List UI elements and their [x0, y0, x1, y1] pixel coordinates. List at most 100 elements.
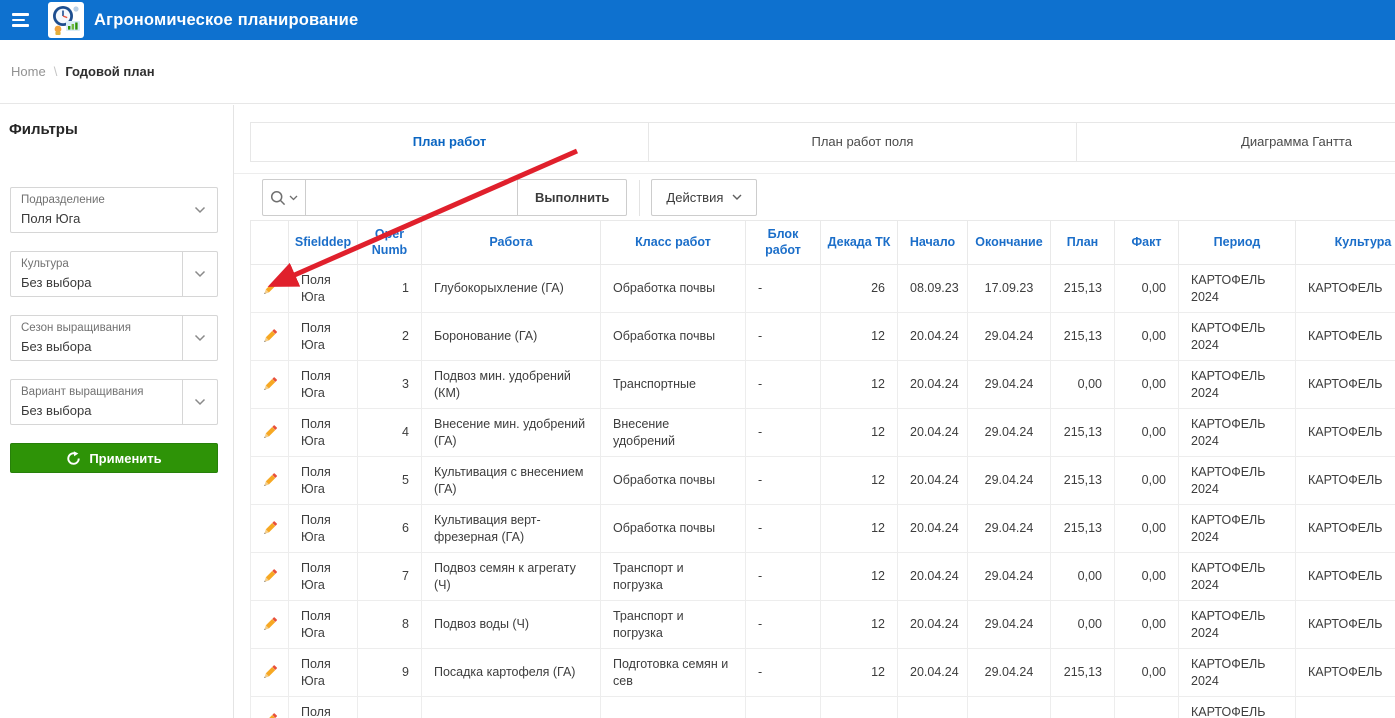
search-icon — [270, 190, 286, 206]
pencil-icon — [261, 375, 279, 393]
cell-klass-rabot: Транспорт и погрузка — [601, 601, 746, 649]
cell-okonchanie: 29.04.24 — [968, 361, 1051, 409]
cell-blok-rabot: - — [746, 265, 821, 313]
cell-blok-rabot — [746, 697, 821, 718]
cell-nachalo: 20.04.24 — [898, 409, 968, 457]
cell-period: КАРТОФЕЛЬ 2024 — [1179, 265, 1296, 313]
column-header[interactable]: Период — [1179, 221, 1296, 265]
edit-row-button[interactable] — [257, 323, 283, 349]
column-header[interactable]: Oper Numb — [358, 221, 422, 265]
filters-sidebar: Фильтры Подразделение Поля Юга Культура … — [0, 105, 234, 718]
edit-row-button[interactable] — [257, 275, 283, 301]
pencil-icon — [261, 423, 279, 441]
column-header[interactable]: Факт — [1115, 221, 1179, 265]
tab-strip: План работ План работ поля Диаграмма Ган… — [250, 122, 1395, 162]
column-header[interactable]: Окончание — [968, 221, 1051, 265]
column-header[interactable]: Культура — [1296, 221, 1395, 265]
filter-select[interactable]: Культура Без выбора — [10, 251, 218, 297]
filter-value: Без выбора — [21, 275, 91, 290]
edit-cell — [251, 361, 289, 409]
cell-sfielddep: Поля Юга — [289, 457, 358, 505]
main-content: План работ План работ поля Диаграмма Ган… — [234, 105, 1395, 718]
cell-rabota: Подвоз мин. удобрений (КМ) — [422, 361, 601, 409]
cell-sfielddep: Поля Юга — [289, 409, 358, 457]
table-row: Поля Юга 3 Подвоз мин. удобрений (КМ) Тр… — [251, 361, 1395, 409]
edit-row-button[interactable] — [257, 563, 283, 589]
filter-select[interactable]: Сезон выращивания Без выбора — [10, 315, 218, 361]
search-options-button[interactable] — [262, 179, 306, 216]
edit-cell — [251, 553, 289, 601]
cell-kultura: КАРТОФЕЛЬ — [1296, 457, 1395, 505]
column-header[interactable]: Декада ТК — [821, 221, 898, 265]
cell-sfielddep: Поля Юга — [289, 265, 358, 313]
cell-fakt: 0,00 — [1115, 361, 1179, 409]
cell-klass-rabot: Транспорт и погрузка — [601, 553, 746, 601]
edit-row-button[interactable] — [257, 467, 283, 493]
cell-dekada-tk: 12 — [821, 649, 898, 697]
tab[interactable]: План работ поля — [648, 123, 1076, 161]
edit-row-button[interactable] — [257, 611, 283, 637]
cell-kultura: КАРТОФЕЛЬ — [1296, 505, 1395, 553]
tab[interactable]: Диаграмма Гантта — [1076, 123, 1395, 161]
pencil-icon — [261, 519, 279, 537]
cell-kultura: КАРТОФЕЛЬ — [1296, 649, 1395, 697]
column-header[interactable]: Начало — [898, 221, 968, 265]
menu-icon[interactable] — [0, 0, 40, 40]
cell-kultura: КАРТОФЕЛЬ — [1296, 601, 1395, 649]
work-plan-table: Sfielddep Oper Numb Работа Класс работ Б… — [250, 220, 1395, 718]
cell-dekada-tk — [821, 697, 898, 718]
chevron-down-icon[interactable] — [182, 252, 217, 296]
cell-fakt: 0,00 — [1115, 649, 1179, 697]
cell-okonchanie: 17.09.23 — [968, 265, 1051, 313]
chevron-down-icon[interactable] — [182, 188, 217, 232]
cell-fakt: 0,00 — [1115, 313, 1179, 361]
cell-klass-rabot: Обработка почвы — [601, 313, 746, 361]
chevron-down-icon[interactable] — [182, 316, 217, 360]
pencil-icon — [261, 471, 279, 489]
filter-select[interactable]: Вариант выращивания Без выбора — [10, 379, 218, 425]
app-logo — [48, 2, 84, 38]
cell-sfielddep: Поля Юга — [289, 361, 358, 409]
cell-dekada-tk: 12 — [821, 409, 898, 457]
column-header[interactable]: Класс работ — [601, 221, 746, 265]
cell-nachalo: 20.04.24 — [898, 313, 968, 361]
tab[interactable]: План работ — [250, 123, 648, 161]
edit-row-button[interactable] — [257, 659, 283, 685]
filter-select[interactable]: Подразделение Поля Юга — [10, 187, 218, 233]
cell-dekada-tk: 12 — [821, 601, 898, 649]
edit-row-button[interactable] — [257, 515, 283, 541]
cell-fakt: 0,00 — [1115, 457, 1179, 505]
edit-cell — [251, 313, 289, 361]
cell-kultura: КАРТОФЕЛЬ — [1296, 313, 1395, 361]
edit-row-button[interactable] — [257, 707, 283, 718]
column-header[interactable]: Работа — [422, 221, 601, 265]
cell-plan: 215,13 — [1051, 457, 1115, 505]
column-header[interactable]: Блок работ — [746, 221, 821, 265]
breadcrumb-home-link[interactable]: Home — [11, 64, 46, 79]
cell-okonchanie: 29.04.24 — [968, 409, 1051, 457]
cell-period: КАРТОФЕЛЬ 2024 — [1179, 553, 1296, 601]
breadcrumb-current: Годовой план — [65, 64, 154, 79]
execute-button[interactable]: Выполнить — [518, 179, 627, 216]
cell-dekada-tk: 12 — [821, 313, 898, 361]
filter-label: Подразделение — [21, 194, 105, 206]
filters-list: Подразделение Поля Юга Культура Без выбо… — [0, 187, 233, 425]
cell-sfielddep: Поля Юга — [289, 697, 358, 718]
edit-row-button[interactable] — [257, 419, 283, 445]
pencil-icon — [261, 327, 279, 345]
cell-fakt: 0,00 — [1115, 409, 1179, 457]
actions-menu-button[interactable]: Действия — [651, 179, 757, 216]
cell-period: КАРТОФЕЛЬ 2024 — [1179, 457, 1296, 505]
column-header[interactable]: Sfielddep — [289, 221, 358, 265]
cell-blok-rabot: - — [746, 409, 821, 457]
cell-period: КАРТОФЕЛЬ 2024 — [1179, 361, 1296, 409]
chevron-down-icon[interactable] — [182, 380, 217, 424]
apply-button[interactable]: Применить — [10, 443, 218, 473]
cell-okonchanie: 29.04.24 — [968, 649, 1051, 697]
cell-okonchanie: 29.04.24 — [968, 457, 1051, 505]
column-header[interactable]: План — [1051, 221, 1115, 265]
search-input[interactable] — [306, 179, 518, 216]
edit-row-button[interactable] — [257, 371, 283, 397]
cell-okonchanie: 29.04.24 — [968, 313, 1051, 361]
cell-fakt: 0,00 — [1115, 265, 1179, 313]
